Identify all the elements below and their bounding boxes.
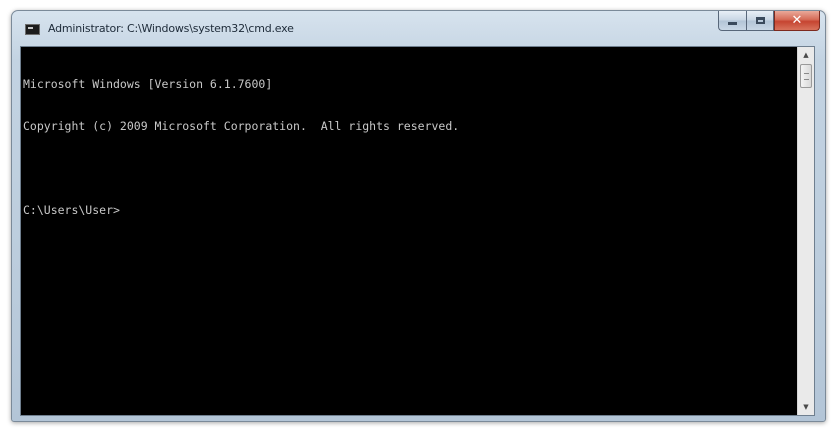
console-line-version: Microsoft Windows [Version 6.1.7600] <box>23 77 273 91</box>
scroll-up-button[interactable]: ▲ <box>798 47 814 63</box>
vertical-scrollbar[interactable]: ▲ ▼ <box>797 47 814 415</box>
minimize-button[interactable] <box>718 11 746 31</box>
maximize-icon <box>755 17 765 24</box>
console-output[interactable]: Microsoft Windows [Version 6.1.7600] Cop… <box>23 49 798 413</box>
console-area[interactable]: Microsoft Windows [Version 6.1.7600] Cop… <box>20 46 815 416</box>
arrow-down-icon: ▼ <box>803 403 809 411</box>
cmd-window: Administrator: C:\Windows\system32\cmd.e… <box>11 10 826 422</box>
caption-buttons: ✕ <box>718 11 820 31</box>
maximize-button[interactable] <box>746 11 774 31</box>
close-button[interactable]: ✕ <box>774 11 820 31</box>
scroll-thumb[interactable] <box>800 64 812 88</box>
console-line-copyright: Copyright (c) 2009 Microsoft Corporation… <box>23 119 460 133</box>
minimize-icon <box>728 22 737 25</box>
title-bar[interactable]: Administrator: C:\Windows\system32\cmd.e… <box>12 11 825 45</box>
window-title: Administrator: C:\Windows\system32\cmd.e… <box>48 22 294 35</box>
command-prompt[interactable]: C:\Users\User> <box>23 203 798 217</box>
cmd-app-icon[interactable] <box>25 24 40 35</box>
arrow-up-icon: ▲ <box>803 51 809 59</box>
close-icon: ✕ <box>791 13 803 28</box>
scroll-down-button[interactable]: ▼ <box>798 399 814 415</box>
